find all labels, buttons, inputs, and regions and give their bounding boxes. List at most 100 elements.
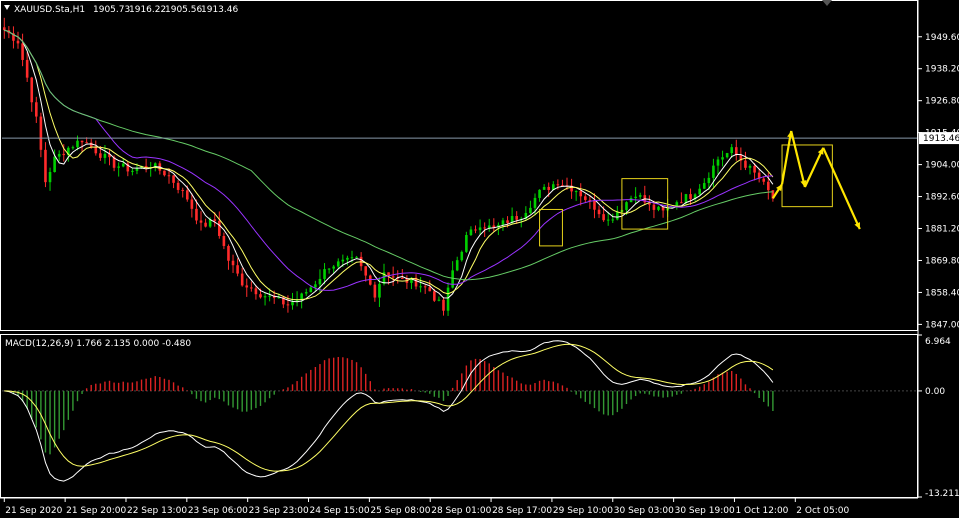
candle-body <box>222 235 226 246</box>
candle-body <box>428 287 432 292</box>
candle-body <box>579 191 583 197</box>
candle-body <box>263 296 267 298</box>
symbol-title: XAUUSD.Sta,H1 <box>14 5 85 15</box>
candle-body <box>213 219 217 221</box>
candle-body <box>437 299 441 301</box>
candle-body <box>455 260 459 271</box>
candle-body <box>767 181 770 191</box>
candle-body <box>355 256 358 258</box>
candle-body <box>318 278 322 285</box>
time-tick-label: 23 Sep 06:00 <box>188 506 248 516</box>
candle-body <box>71 147 75 149</box>
candle-body <box>16 40 20 44</box>
candle-body <box>350 257 354 259</box>
candle-body <box>616 212 619 220</box>
candle-body <box>190 199 194 209</box>
candle-body <box>176 182 180 190</box>
candle-body <box>89 142 93 147</box>
time-tick-label: 21 Sep 20:00 <box>66 506 126 516</box>
candle-body <box>716 159 720 166</box>
ma-long-line <box>4 29 773 281</box>
candle-body <box>684 194 688 203</box>
candle-body <box>584 196 587 200</box>
candle-body <box>195 208 198 221</box>
candle-body <box>625 202 628 210</box>
candle-body <box>218 220 221 236</box>
axes: 1949.601938.201926.801915.401904.001892.… <box>3 33 959 516</box>
time-tick-label: 28 Sep 17:00 <box>492 506 552 516</box>
candle-body <box>474 229 477 231</box>
candle-body <box>652 204 656 210</box>
candle-body <box>707 177 711 184</box>
candle-body <box>254 288 258 295</box>
candle-body <box>240 273 244 286</box>
candle-body <box>53 156 56 173</box>
time-tick-label: 24 Sep 15:00 <box>310 506 370 516</box>
candle-body <box>181 189 185 191</box>
candle-body <box>423 286 427 288</box>
candle-body <box>62 153 66 156</box>
candle-body <box>574 191 578 193</box>
candle-body <box>465 235 468 252</box>
macd-tick-label: 0.00 <box>925 387 945 397</box>
candle-body <box>25 59 29 78</box>
ma-fast-line <box>4 29 774 303</box>
candle-body <box>698 188 701 195</box>
candle-body <box>712 165 715 178</box>
macd-title: MACD(12,26,9) 1.766 2.135 0.000 -0.480 <box>5 339 191 349</box>
time-tick-label: 25 Sep 08:00 <box>370 506 430 516</box>
candle-body <box>80 140 84 143</box>
candle-body <box>753 165 756 173</box>
ohlc-close: 1913.46 <box>201 5 238 15</box>
price-tick-label: 1881.20 <box>925 225 959 235</box>
candle-body <box>163 170 166 176</box>
candle-body <box>30 77 34 103</box>
price-tick-label: 1926.80 <box>925 97 959 107</box>
candle-body <box>48 172 52 183</box>
candle-body <box>547 186 551 191</box>
trading-chart: 1949.601938.201926.801915.401904.001892.… <box>0 0 959 516</box>
collapse-triangle-icon[interactable] <box>4 5 10 10</box>
candle-body <box>167 175 171 177</box>
candle-body <box>593 200 596 210</box>
candle-body <box>506 220 509 223</box>
price-tick-label: 1949.60 <box>925 33 959 43</box>
candle-body <box>185 190 189 200</box>
price-tick-label: 1892.60 <box>925 193 959 203</box>
candle-body <box>401 277 404 279</box>
candle-body <box>286 304 290 306</box>
candle-body <box>336 261 340 267</box>
candle-body <box>460 251 464 261</box>
candle-body <box>611 219 615 221</box>
candle-body <box>478 227 482 231</box>
candle-body <box>135 168 139 171</box>
candle-body <box>638 195 642 197</box>
price-tick-label: 1847.00 <box>925 320 959 330</box>
ma-slow-line <box>4 29 773 291</box>
candle-body <box>250 287 253 289</box>
candle-body <box>657 206 660 210</box>
candle-body <box>391 276 395 278</box>
candle-body <box>602 214 605 221</box>
candle-body <box>323 269 326 279</box>
time-tick-label: 23 Sep 23:00 <box>249 506 309 516</box>
current-price-label: 1913.46 <box>923 134 959 144</box>
candle-body <box>21 43 24 60</box>
macd-panel-frame <box>0 334 918 498</box>
price-tick-label: 1904.00 <box>925 161 959 171</box>
price-tick-label: 1938.20 <box>925 65 959 75</box>
ohlc-open: 1905.73 <box>93 5 130 15</box>
time-tick-label: 30 Sep 19:00 <box>675 506 735 516</box>
ohlc-low: 1905.56 <box>165 5 202 15</box>
candle-body <box>529 207 532 213</box>
one-click-trading-icon[interactable] <box>822 0 832 6</box>
time-tick-label: 29 Sep 10:00 <box>553 506 613 516</box>
time-tick-label: 22 Sep 13:00 <box>127 506 187 516</box>
time-tick-label: 21 Sep 2020 <box>5 506 62 516</box>
macd-main-line <box>4 340 774 482</box>
candle-body <box>702 183 706 189</box>
candle-body <box>469 229 473 236</box>
time-tick-label: 30 Sep 03:00 <box>614 506 674 516</box>
candle-body <box>227 245 230 261</box>
price-tick-label: 1869.80 <box>925 256 959 266</box>
